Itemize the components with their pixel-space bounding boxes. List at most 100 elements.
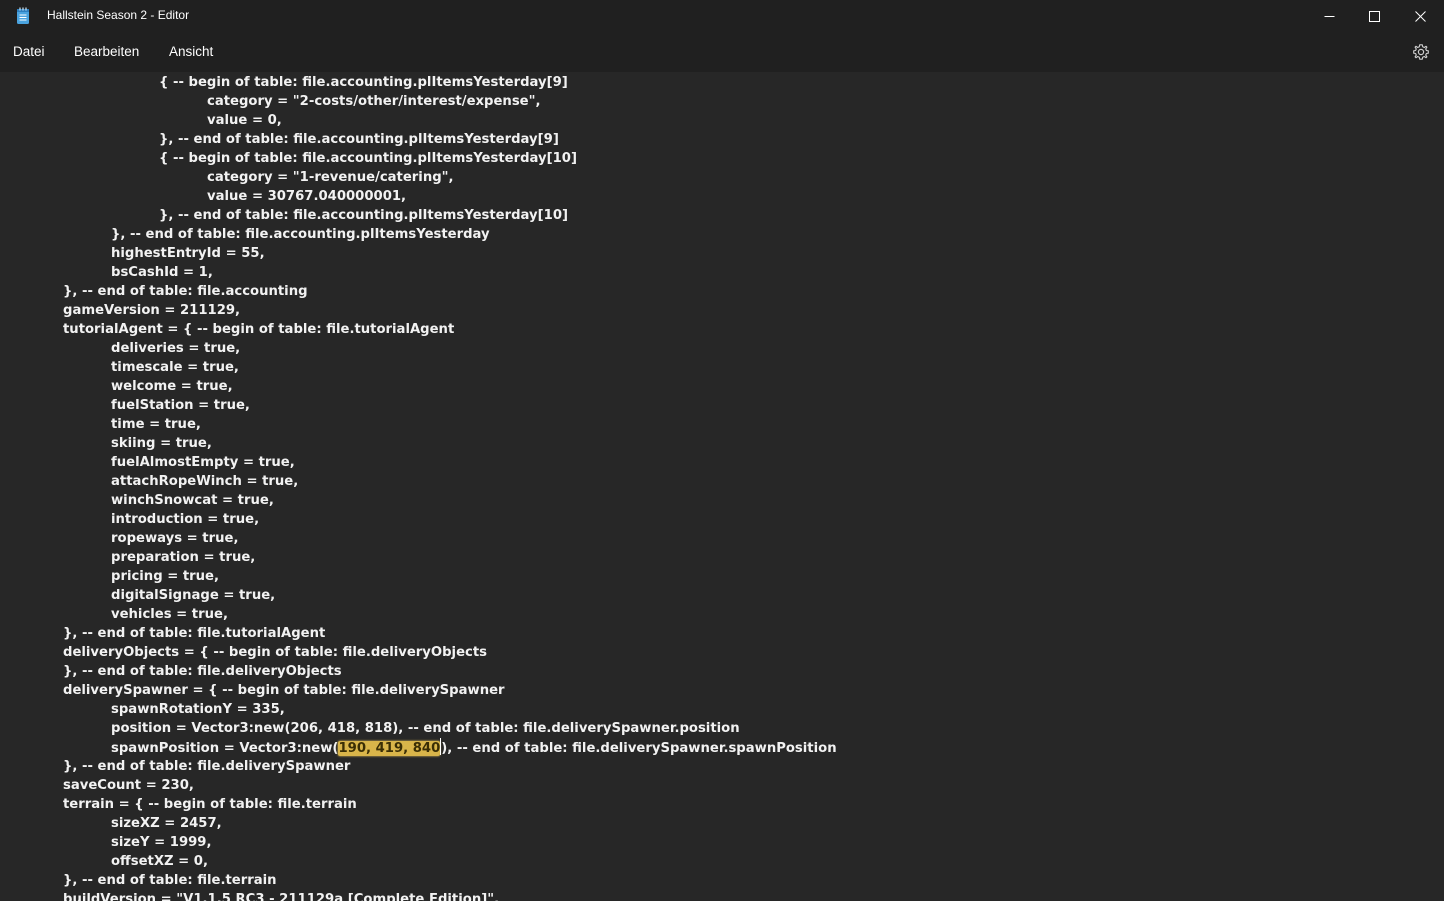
code-line: fuelAlmostEmpty = true, — [15, 453, 837, 472]
code-line-text: { -- begin of table: file.accounting.plI… — [159, 75, 568, 90]
code-line-text: }, -- end of table: file.accounting.plIt… — [159, 132, 559, 147]
code-line-text: }, -- end of table: file.terrain — [63, 873, 277, 888]
code-line: welcome = true, — [15, 377, 837, 396]
code-line-text: deliveryObjects = { -- begin of table: f… — [63, 645, 487, 660]
notepad-icon — [17, 7, 29, 24]
code-line-text: pricing = true, — [111, 569, 220, 584]
code-line: deliveries = true, — [15, 339, 837, 358]
code-line: preparation = true, — [15, 548, 837, 567]
search-highlight: 190, 419, 840 — [338, 741, 441, 756]
code-line-text: fuelAlmostEmpty = true, — [111, 455, 295, 470]
code-line: offsetXZ = 0, — [15, 852, 837, 871]
close-icon — [1414, 10, 1426, 22]
code-line: spawnPosition = Vector3:new(190, 419, 84… — [15, 738, 837, 757]
code-line: bsCashId = 1, — [15, 263, 837, 282]
code-line: category = "2-costs/other/interest/expen… — [15, 92, 837, 111]
code-line: winchSnowcat = true, — [15, 491, 837, 510]
code-line: }, -- end of table: file.terrain — [15, 871, 837, 890]
code-line: }, -- end of table: file.accounting.plIt… — [15, 206, 837, 225]
code-line: position = Vector3:new(206, 418, 818), -… — [15, 719, 837, 738]
code-line: attachRopeWinch = true, — [15, 472, 837, 491]
code-line-text: time = true, — [111, 417, 201, 432]
code-line-text: preparation = true, — [111, 550, 256, 565]
code-line: sizeY = 1999, — [15, 833, 837, 852]
code-line-text: }, -- end of table: file.accounting.plIt… — [111, 227, 490, 242]
code-line-text: deliveries = true, — [111, 341, 241, 356]
code-line-text: category = "1-revenue/catering", — [207, 170, 454, 185]
code-line: skiing = true, — [15, 434, 837, 453]
code-line: }, -- end of table: file.accounting.plIt… — [15, 225, 837, 244]
code-line: }, -- end of table: file.deliverySpawner — [15, 757, 837, 776]
code-line-text: }, -- end of table: file.accounting.plIt… — [159, 208, 569, 223]
maximize-button[interactable] — [1351, 0, 1397, 32]
code-line-text: ), -- end of table: file.deliverySpawner… — [441, 741, 837, 756]
code-line: terrain = { -- begin of table: file.terr… — [15, 795, 837, 814]
menu-item-bearbeiten[interactable]: Bearbeiten — [74, 44, 139, 59]
code-line: time = true, — [15, 415, 837, 434]
code-line: timescale = true, — [15, 358, 837, 377]
code-line-text: value = 30767.040000001, — [207, 189, 407, 204]
code-line: }, -- end of table: file.accounting.plIt… — [15, 130, 837, 149]
minimize-button[interactable] — [1306, 0, 1352, 32]
menu-item-ansicht[interactable]: Ansicht — [169, 44, 213, 59]
code-line-text: fuelStation = true, — [111, 398, 250, 413]
code-line: sizeXZ = 2457, — [15, 814, 837, 833]
code-line-text: sizeXZ = 2457, — [111, 816, 222, 831]
code-line-text: introduction = true, — [111, 512, 260, 527]
close-button[interactable] — [1397, 0, 1443, 32]
code-line-text: deliverySpawner = { -- begin of table: f… — [63, 683, 505, 698]
code-line-text: spawnRotationY = 335, — [111, 702, 285, 717]
code-line: category = "1-revenue/catering", — [15, 168, 837, 187]
code-line: value = 0, — [15, 111, 837, 130]
window-title: Hallstein Season 2 - Editor — [47, 8, 190, 22]
code-line-text: tutorialAgent = { -- begin of table: fil… — [63, 322, 455, 337]
code-line: vehicles = true, — [15, 605, 837, 624]
code-line: gameVersion = 211129, — [15, 301, 837, 320]
code-line-text: winchSnowcat = true, — [111, 493, 274, 508]
code-line: introduction = true, — [15, 510, 837, 529]
code-line-text: timescale = true, — [111, 360, 239, 375]
code-line-text: terrain = { -- begin of table: file.terr… — [63, 797, 357, 812]
code-line-text: bsCashId = 1, — [111, 265, 213, 280]
code-line-text: gameVersion = 211129, — [63, 303, 241, 318]
maximize-icon — [1368, 10, 1380, 22]
code-line-text: digitalSignage = true, — [111, 588, 276, 603]
code-line-text: { -- begin of table: file.accounting.plI… — [159, 151, 578, 166]
code-line: fuelStation = true, — [15, 396, 837, 415]
code-line: }, -- end of table: file.deliveryObjects — [15, 662, 837, 681]
code-line: deliverySpawner = { -- begin of table: f… — [15, 681, 837, 700]
code-line-text: spawnPosition = Vector3:new( — [111, 741, 339, 756]
code-line-text: }, -- end of table: file.deliverySpawner — [63, 759, 351, 774]
code-line-text: ropeways = true, — [111, 531, 239, 546]
title-bar: Hallstein Season 2 - Editor — [0, 0, 1444, 32]
code-line: value = 30767.040000001, — [15, 187, 837, 206]
code-line: ropeways = true, — [15, 529, 837, 548]
code-line-text: saveCount = 230, — [63, 778, 194, 793]
code-line: tutorialAgent = { -- begin of table: fil… — [15, 320, 837, 339]
gear-icon[interactable] — [1412, 43, 1430, 61]
code-line-text: offsetXZ = 0, — [111, 854, 208, 869]
code-line-text: category = "2-costs/other/interest/expen… — [207, 94, 541, 109]
code-line: pricing = true, — [15, 567, 837, 586]
code-line: buildVersion = "V1.1.5 RC3 - 211129a [Co… — [15, 890, 837, 901]
code-line-text: }, -- end of table: file.accounting — [63, 284, 308, 299]
code-line: }, -- end of table: file.accounting — [15, 282, 837, 301]
code-text: { -- begin of table: file.accounting.plI… — [15, 73, 837, 901]
code-line-text: skiing = true, — [111, 436, 212, 451]
code-line-text: }, -- end of table: file.deliveryObjects — [63, 664, 342, 679]
code-line: highestEntryId = 55, — [15, 244, 837, 263]
menu-item-datei[interactable]: Datei — [13, 44, 45, 59]
code-line-text: buildVersion = "V1.1.5 RC3 - 211129a [Co… — [63, 892, 500, 901]
code-line: spawnRotationY = 335, — [15, 700, 837, 719]
code-line: }, -- end of table: file.tutorialAgent — [15, 624, 837, 643]
minimize-icon — [1324, 15, 1334, 17]
text-editor-area[interactable]: { -- begin of table: file.accounting.plI… — [0, 72, 1444, 901]
code-line-text: value = 0, — [207, 113, 282, 128]
code-line: { -- begin of table: file.accounting.plI… — [15, 149, 837, 168]
code-line: deliveryObjects = { -- begin of table: f… — [15, 643, 837, 662]
code-line: { -- begin of table: file.accounting.plI… — [15, 73, 837, 92]
code-line-text: vehicles = true, — [111, 607, 228, 622]
code-line: saveCount = 230, — [15, 776, 837, 795]
menu-bar: Datei Bearbeiten Ansicht — [0, 32, 1444, 72]
code-line-text: attachRopeWinch = true, — [111, 474, 299, 489]
